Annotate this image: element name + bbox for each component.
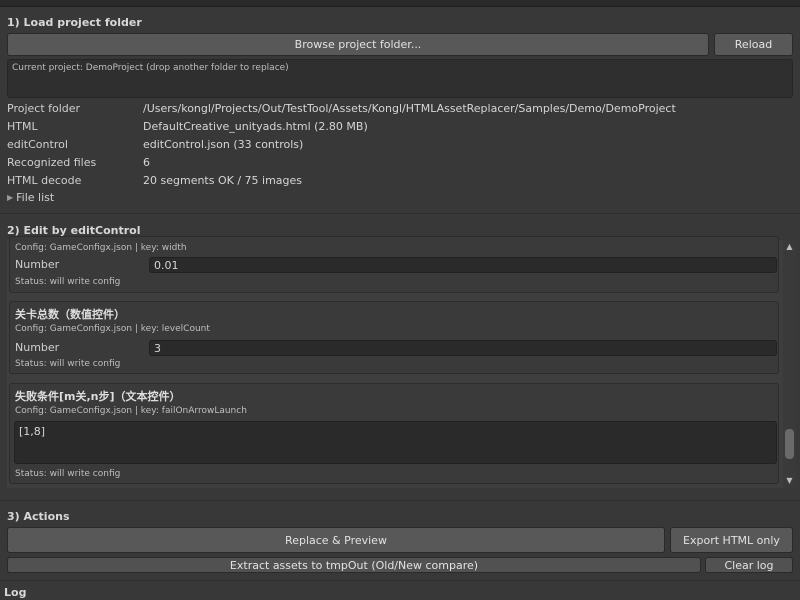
html-decode-value: 20 segments OK / 75 images (143, 174, 303, 187)
browse-folder-button[interactable]: Browse project folder... (7, 33, 709, 56)
project-folder-label: Project folder (7, 102, 81, 115)
card-status-text: Status: will write config (15, 359, 121, 369)
card-status-text: Status: will write config (15, 469, 121, 479)
section-load-title: 1) Load project folder (7, 16, 142, 29)
triangle-right-icon: ▶ (7, 193, 14, 202)
scrollbar-thumb[interactable] (785, 428, 794, 459)
clear-log-button[interactable]: Clear log (705, 557, 793, 573)
html-label: HTML (7, 120, 38, 133)
section-divider-1 (0, 213, 800, 214)
file-list-label: File list (16, 191, 55, 204)
control-card-level-count: 关卡总数（数值控件） Config: GameConfigx.json | ke… (9, 301, 779, 374)
scroll-down-icon[interactable]: ▼ (783, 476, 796, 485)
control-card-width: Config: GameConfigx.json | key: width Nu… (9, 236, 779, 293)
card-status-text: Status: will write config (15, 277, 121, 287)
level-count-number-field[interactable]: 3 (149, 340, 777, 356)
section-actions-title: 3) Actions (7, 510, 70, 523)
edit-scrollbar[interactable]: ▲ ▼ (783, 240, 796, 488)
card-number-label: Number (15, 258, 60, 271)
recognized-files-value: 6 (143, 156, 150, 169)
width-number-field[interactable]: 0.01 (149, 257, 777, 273)
extract-assets-button[interactable]: Extract assets to tmpOut (Old/New compar… (7, 557, 701, 573)
top-strip (0, 0, 800, 7)
current-project-text: Current project: DemoProject (drop anoth… (12, 63, 289, 73)
fail-condition-text-area[interactable]: [1,8] (14, 421, 777, 464)
html-decode-label: HTML decode (7, 174, 82, 187)
card-config-text: Config: GameConfigx.json | key: width (15, 243, 187, 253)
scroll-up-icon[interactable]: ▲ (783, 242, 796, 251)
card-title-level-count: 关卡总数（数值控件） (15, 308, 125, 321)
editcontrol-value: editControl.json (33 controls) (143, 138, 304, 151)
export-html-button[interactable]: Export HTML only (670, 527, 793, 553)
edit-scroll-view[interactable]: Config: GameConfigx.json | key: width Nu… (7, 236, 793, 488)
card-config-text: Config: GameConfigx.json | key: levelCou… (15, 324, 210, 334)
recognized-files-label: Recognized files (7, 156, 97, 169)
current-project-box[interactable]: Current project: DemoProject (drop anoth… (7, 59, 793, 98)
reload-button[interactable]: Reload (714, 33, 793, 56)
section-divider-3 (0, 580, 800, 581)
control-card-fail-condition: 失败条件[m关,n步]（文本控件） Config: GameConfigx.js… (9, 383, 779, 484)
replace-preview-button[interactable]: Replace & Preview (7, 527, 665, 553)
card-title-fail-condition: 失败条件[m关,n步]（文本控件） (15, 390, 181, 403)
file-list-foldout[interactable]: ▶ File list (7, 191, 54, 204)
editcontrol-label: editControl (7, 138, 68, 151)
project-folder-value: /Users/kongl/Projects/Out/TestTool/Asset… (143, 102, 676, 115)
card-config-text: Config: GameConfigx.json | key: failOnAr… (15, 406, 247, 416)
section-divider-2 (0, 500, 800, 501)
log-title: Log (4, 586, 27, 599)
html-value: DefaultCreative_unityads.html (2.80 MB) (143, 120, 368, 133)
card-number-label: Number (15, 341, 60, 354)
